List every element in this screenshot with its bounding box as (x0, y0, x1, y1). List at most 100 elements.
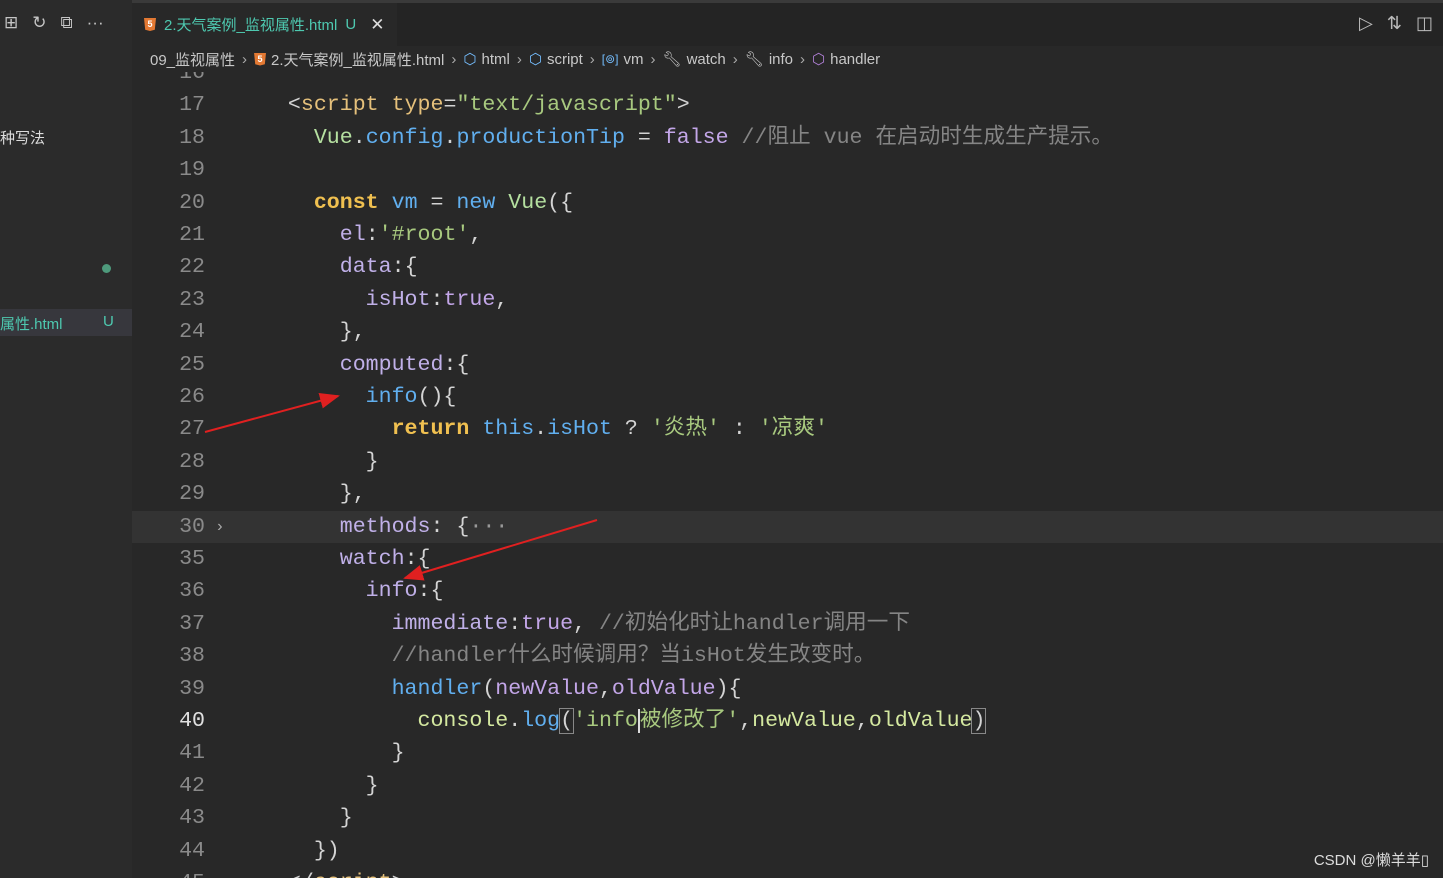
line-number: 44 (179, 838, 205, 863)
code-line[interactable]: 35 watch:{ (132, 543, 1443, 575)
line-number: 42 (179, 773, 205, 798)
code-token: :{ (417, 579, 444, 604)
refresh-icon[interactable]: ↻ (32, 13, 46, 33)
breadcrumb-item[interactable]: 09_监视属性 (150, 49, 235, 70)
code-token: isHot (547, 417, 612, 442)
code-line[interactable]: 38 //handler什么时候调用？当isHot发生改变时。 (132, 640, 1443, 672)
tab-label: 2.天气案例_监视属性.html (164, 17, 338, 34)
code-line[interactable]: 41 } (132, 737, 1443, 769)
code-token: //handler什么时候调用？当isHot发生改变时。 (391, 644, 876, 669)
tab-active-file[interactable]: 5 2.天气案例_监视属性.html U ✕ (132, 3, 397, 46)
code-content: watch:{ (262, 543, 431, 575)
untracked-badge: U (103, 313, 114, 330)
code-token: script (300, 93, 379, 118)
code-token: ? (611, 417, 651, 442)
tab-bar: 5 2.天气案例_监视属性.html U ✕ ▷ ⇅ ◫ (132, 0, 1443, 46)
code-token: . (508, 709, 522, 733)
variable-icon: [⊚] (601, 52, 619, 66)
line-number: 16 (179, 72, 205, 85)
run-icon[interactable]: ▷ (1359, 13, 1373, 34)
code-line[interactable]: 37 immediate:true, //初始化时让handler调用一下 (132, 608, 1443, 640)
breadcrumb-item[interactable]: script (547, 51, 583, 68)
explorer-item[interactable]: 种写法 (0, 127, 45, 148)
compare-changes-icon[interactable]: ⇅ (1387, 13, 1402, 34)
code-token: productionTip (456, 125, 625, 150)
code-token: log (521, 709, 561, 733)
code-line[interactable]: 16 (132, 72, 1443, 89)
code-token: ) (971, 708, 987, 734)
code-content: } (262, 446, 379, 478)
collapse-icon[interactable]: ⧉ (61, 13, 73, 33)
code-line[interactable]: 27 return this.isHot ? '炎热' : '凉爽' (132, 413, 1443, 445)
code-editor[interactable]: 16 17 <script type="text/javascript"> 18 V… (132, 72, 1443, 878)
code-token: '炎热' (650, 417, 720, 442)
code-token: return (391, 417, 470, 442)
line-number: 25 (179, 352, 205, 377)
code-line[interactable]: 24 }, (132, 316, 1443, 348)
code-token: } (391, 741, 405, 766)
code-line[interactable]: 19 (132, 154, 1443, 186)
code-token: : (719, 417, 759, 442)
breadcrumb-item[interactable]: info (769, 51, 793, 68)
breadcrumb-item[interactable]: handler (830, 51, 880, 68)
code-line[interactable]: 40 console.log('info被修改了',newValue,oldVa… (132, 705, 1443, 737)
code-token: computed (339, 352, 444, 377)
code-line[interactable]: 39 handler(newValue,oldValue){ (132, 673, 1443, 705)
code-token: , (495, 287, 509, 312)
code-line[interactable]: 45 </script> (132, 867, 1443, 878)
code-line[interactable]: 26 info(){ (132, 381, 1443, 413)
code-line[interactable]: 18 Vue.config.productionTip = false //阻止… (132, 122, 1443, 154)
line-number: 24 (179, 320, 205, 345)
html-file-icon: 5 (144, 18, 156, 31)
breadcrumb-item[interactable]: watch (687, 51, 726, 68)
code-content: } (262, 737, 405, 769)
split-editor-icon[interactable]: ◫ (1416, 13, 1433, 34)
breadcrumb-item[interactable]: vm (624, 51, 644, 68)
new-folder-icon[interactable]: ⊞ (4, 13, 18, 33)
code-line[interactable]: 30 › methods: {··· (132, 510, 1443, 543)
code-token: } (339, 806, 353, 831)
line-number: 19 (179, 158, 205, 183)
code-content: return this.isHot ? '炎热' : '凉爽' (262, 413, 828, 445)
code-token: Vue (313, 125, 353, 150)
code-line[interactable]: 28 } (132, 446, 1443, 478)
code-line[interactable]: 23 isHot:true, (132, 284, 1443, 316)
code-line[interactable]: 22 data:{ (132, 251, 1443, 283)
code-token: Vue (508, 190, 548, 215)
code-line[interactable]: 25 computed:{ (132, 349, 1443, 381)
code-token: const (313, 190, 379, 215)
close-icon[interactable]: ✕ (370, 15, 384, 35)
code-token: }, (339, 320, 366, 345)
code-line[interactable]: 21 el:'#root', (132, 219, 1443, 251)
code-line[interactable]: 36 info:{ (132, 575, 1443, 607)
code-token: </ (288, 871, 314, 878)
fold-chevron-icon[interactable]: › (215, 511, 225, 543)
code-token: : (365, 223, 379, 247)
code-line[interactable]: 17 <script type="text/javascript"> (132, 89, 1443, 121)
code-line[interactable]: 20 const vm = new Vue({ (132, 187, 1443, 219)
code-token: :{ (391, 255, 418, 280)
code-token: > (392, 871, 405, 878)
breadcrumb-item[interactable]: html (482, 51, 510, 68)
code-line[interactable]: 43 } (132, 802, 1443, 834)
code-line[interactable]: 29 }, (132, 478, 1443, 510)
code-token: oldValue (611, 676, 716, 701)
code-line[interactable]: 44 }) (132, 835, 1443, 867)
line-number: 29 (179, 482, 205, 507)
explorer-item-active[interactable]: 属性.html U (0, 309, 132, 336)
breadcrumb-item[interactable]: 2.天气案例_监视属性.html (271, 49, 444, 70)
code-token: }, (339, 482, 366, 507)
more-icon[interactable]: ··· (87, 13, 104, 33)
line-number: 38 (179, 644, 205, 669)
watermark: CSDN @懒羊羊▯ (1313, 852, 1429, 869)
code-content: computed:{ (262, 349, 470, 381)
code-token: watch (339, 547, 405, 571)
code-line[interactable]: 42 } (132, 770, 1443, 802)
